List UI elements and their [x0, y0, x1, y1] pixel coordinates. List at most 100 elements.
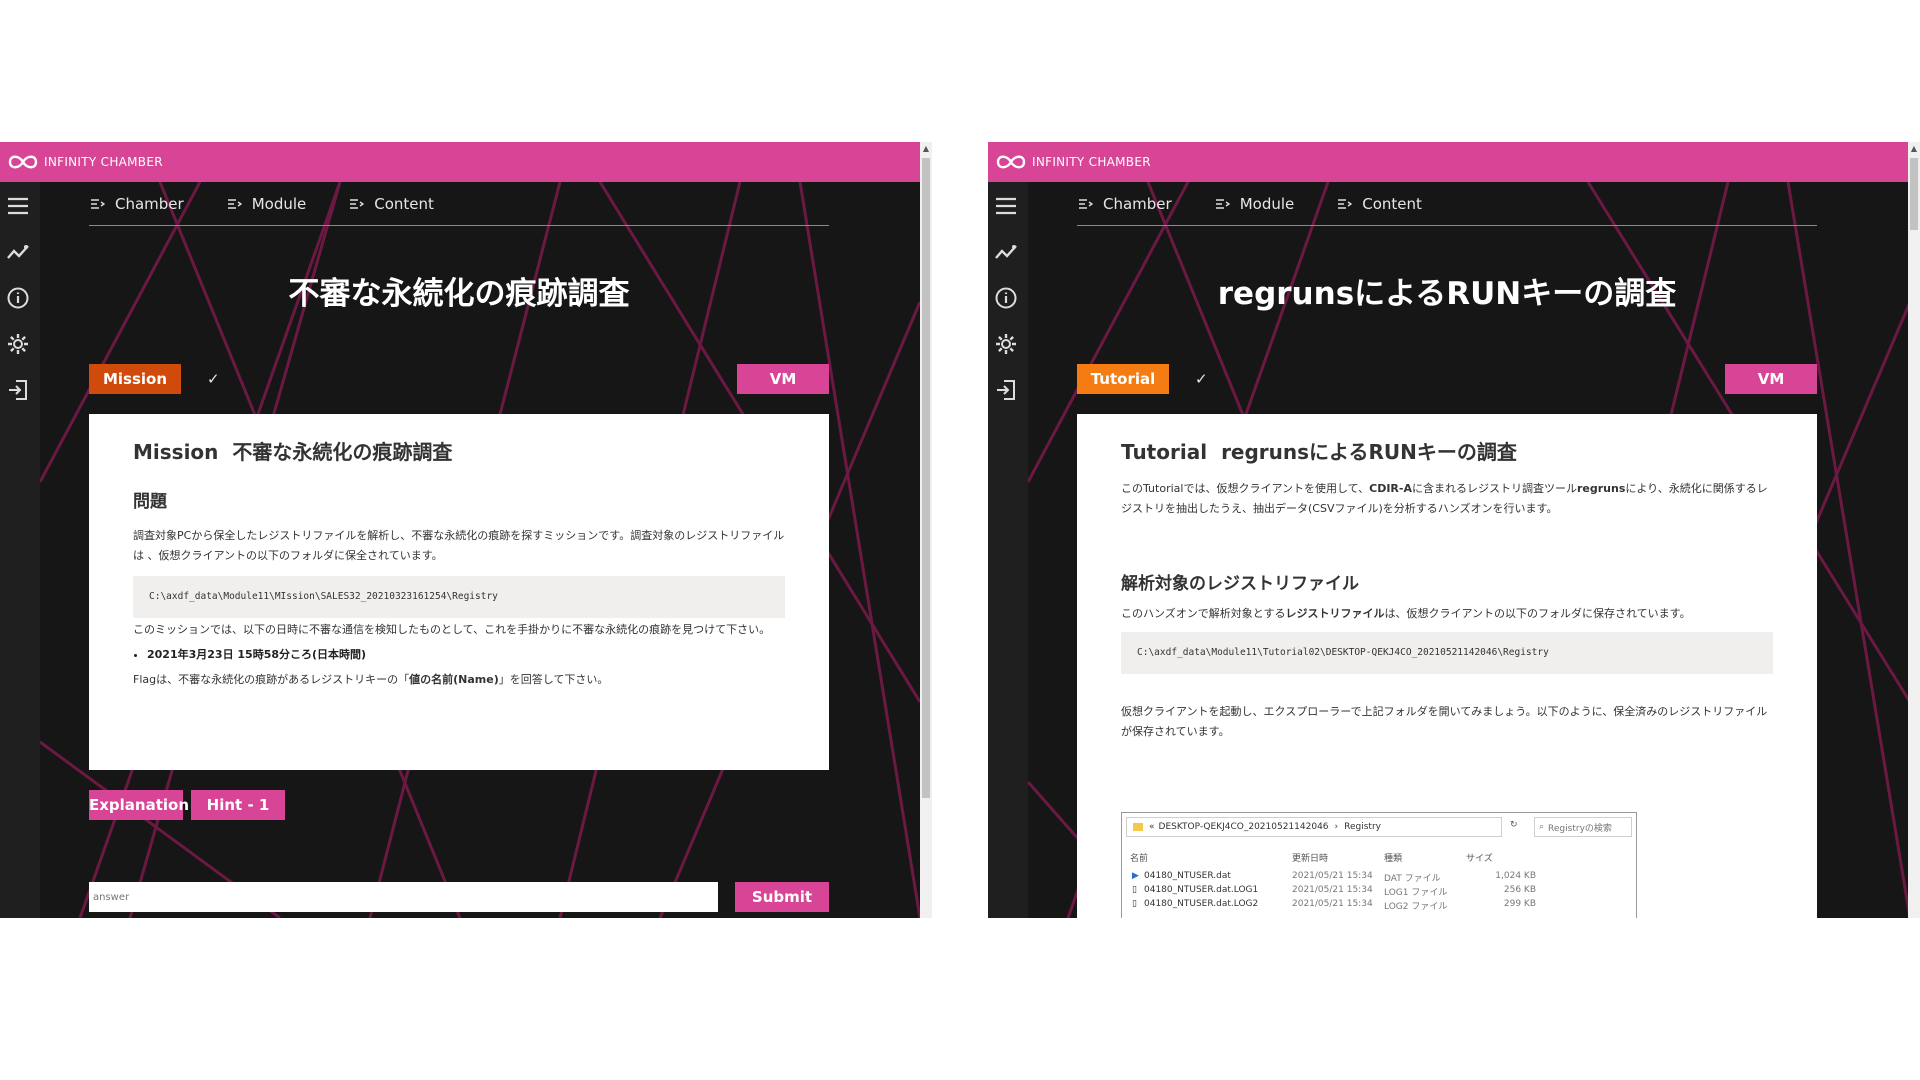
activity-chart-icon[interactable]	[6, 240, 30, 264]
infinity-logo-icon	[996, 155, 1026, 169]
intro-text-2: に含まれるレジストリ調査ツール	[1411, 482, 1577, 495]
settings-gear-icon[interactable]	[6, 332, 30, 356]
explorer-screenshot: « DESKTOP-QEKJ4CO_20210521142046 › Regis…	[1121, 812, 1637, 918]
activity-chart-icon[interactable]	[994, 240, 1018, 264]
datetime-list: 2021年3月23日 15時58分ころ(日本時間)	[147, 646, 785, 662]
file-size: 256 KB	[1503, 885, 1536, 895]
list-icon	[91, 198, 105, 209]
scroll-thumb[interactable]	[1910, 158, 1918, 230]
hint-button[interactable]: Hint - 1	[191, 790, 285, 820]
folder-description: このハンズオンで解析対象とするレジストリファイルは、仮想クライアントの以下のフォ…	[1121, 604, 1773, 624]
search-icon: ⌕	[1539, 822, 1545, 832]
top-bar: INFINITY CHAMBER	[0, 142, 920, 182]
breadcrumb: Chamber Module Content	[89, 182, 829, 226]
explorer-search: ⌕ Registryの検索	[1534, 817, 1632, 837]
scroll-up-arrow-icon[interactable]: ▲	[1908, 142, 1920, 156]
main-content: Chamber Module Content 不審な永続化の痕跡調査 Missi…	[89, 182, 829, 918]
intro-bold-1: CDIR-A	[1369, 482, 1412, 495]
folder-text-pre: このハンズオンで解析対象とする	[1121, 607, 1286, 620]
completed-check-icon: ✓	[207, 370, 220, 388]
flag-text-bold: 値の名前(Name)	[409, 673, 499, 686]
breadcrumb-module[interactable]: Module	[1215, 194, 1295, 213]
card-heading-text: regrunsによるRUNキーの調査	[1221, 440, 1517, 464]
logout-icon[interactable]	[994, 378, 1018, 402]
answer-input[interactable]	[89, 882, 718, 912]
file-name: 04180_NTUSER.dat.LOG1	[1144, 885, 1259, 895]
sidebar	[988, 182, 1028, 918]
card-heading-text: 不審な永続化の痕跡調査	[232, 440, 453, 464]
folder-text-bold: レジストリファイル	[1285, 607, 1385, 620]
file-size: 1,024 KB	[1495, 871, 1536, 881]
list-icon	[1079, 198, 1093, 209]
mission-description: 調査対象PCから保全したレジストリファイルを解析し、不審な永続化の痕跡を探すミッ…	[133, 529, 785, 562]
breadcrumb-module[interactable]: Module	[227, 195, 306, 213]
mission-instruction: このミッションでは、以下の日時に不審な通信を検知したものとして、これを手掛かりに…	[133, 623, 771, 636]
list-icon	[1215, 198, 1230, 209]
file-name: 04180_NTUSER.dat	[1144, 871, 1231, 881]
file-icon: ▶	[1132, 871, 1139, 881]
menu-icon[interactable]	[994, 194, 1018, 218]
submit-button[interactable]: Submit	[735, 882, 829, 912]
card-heading: Mission 不審な永続化の痕跡調査	[133, 436, 785, 465]
file-date: 2021/05/21 15:34	[1292, 871, 1373, 881]
explorer-search-text: Registryの検索	[1548, 823, 1612, 834]
section-heading: 問題	[133, 492, 167, 512]
explanation-button[interactable]: Explanation	[89, 790, 189, 820]
card-heading: Tutorial regrunsによるRUNキーの調査	[1121, 436, 1773, 465]
folder-icon	[1133, 823, 1143, 831]
folder-path-code: C:\axdf_data\Module11\MIssion\SALES32_20…	[133, 576, 785, 618]
explorer-address-bar: « DESKTOP-QEKJ4CO_20210521142046 › Regis…	[1126, 817, 1502, 837]
right-app-window: INFINITY CHAMBER Chamber Module Content …	[988, 142, 1910, 918]
vm-button[interactable]: VM	[737, 364, 829, 394]
list-icon	[1338, 198, 1353, 209]
scroll-thumb[interactable]	[922, 158, 930, 798]
logout-icon[interactable]	[6, 378, 30, 402]
intro-bold-2: regruns	[1576, 482, 1626, 495]
menu-icon[interactable]	[6, 194, 30, 218]
mission-card: Mission 不審な永続化の痕跡調査 問題 調査対象PCから保全したレジストリフ…	[89, 414, 829, 770]
breadcrumb-label: Module	[1239, 194, 1295, 213]
breadcrumb-chamber[interactable]: Chamber	[91, 195, 184, 213]
breadcrumb-chamber[interactable]: Chamber	[1079, 195, 1172, 213]
scroll-up-arrow-icon[interactable]: ▲	[920, 142, 932, 156]
path-prefix: «	[1149, 822, 1155, 832]
info-icon[interactable]	[994, 286, 1018, 310]
breadcrumb-content[interactable]: Content	[1338, 195, 1422, 213]
explorer-instruction: 仮想クライアントを起動し、エクスプローラーで上記フォルダを開いてみましょう。以下…	[1121, 705, 1768, 738]
info-icon[interactable]	[6, 286, 30, 310]
tutorial-badge[interactable]: Tutorial	[1077, 364, 1169, 394]
vm-button[interactable]: VM	[1725, 364, 1817, 394]
mission-badge[interactable]: Mission	[89, 364, 181, 394]
file-date: 2021/05/21 15:34	[1292, 899, 1373, 909]
column-type: 種類	[1384, 854, 1403, 864]
flag-instruction: Flagは、不審な永続化の痕跡があるレジストリキーの「値の名前(Name)」を回…	[133, 670, 785, 690]
file-name: 04180_NTUSER.dat.LOG2	[1144, 899, 1259, 909]
settings-gear-icon[interactable]	[994, 332, 1018, 356]
page-title: 不審な永続化の痕跡調査	[288, 276, 630, 312]
main-content: Chamber Module Content regrunsによるRUNキーの調…	[1077, 182, 1817, 918]
list-icon	[227, 198, 242, 209]
page-title: regrunsによるRUNキーの調査	[1217, 276, 1677, 312]
flag-text-post: 」を回答して下さい。	[498, 673, 609, 686]
top-bar: INFINITY CHAMBER	[988, 142, 1910, 182]
left-scrollbar[interactable]: ▲	[920, 142, 932, 918]
section-heading: 解析対象のレジストリファイル	[1121, 574, 1359, 594]
breadcrumb-label: Chamber	[115, 194, 184, 213]
intro-text-1: このTutorialでは、仮想クライアントを使用して、	[1121, 482, 1370, 495]
brand-name: INFINITY CHAMBER	[44, 155, 163, 169]
file-size: 299 KB	[1503, 899, 1536, 909]
card-heading-prefix: Mission	[133, 440, 219, 464]
breadcrumb-label: Content	[374, 194, 434, 213]
list-icon	[350, 198, 365, 209]
file-icon: ▯	[1132, 899, 1137, 909]
sidebar	[0, 182, 40, 918]
brand-name: INFINITY CHAMBER	[1032, 155, 1151, 169]
refresh-icon: ↻	[1510, 820, 1518, 830]
file-date: 2021/05/21 15:34	[1292, 885, 1373, 895]
tutorial-intro: このTutorialでは、仮想クライアントを使用して、CDIR-Aに含まれるレジ…	[1121, 479, 1773, 519]
right-scrollbar[interactable]: ▲	[1908, 142, 1920, 918]
breadcrumb-content[interactable]: Content	[350, 195, 434, 213]
breadcrumb-label: Content	[1362, 194, 1422, 213]
path-folder: DESKTOP-QEKJ4CO_20210521142046	[1158, 822, 1329, 832]
column-name: 名前	[1130, 854, 1149, 864]
